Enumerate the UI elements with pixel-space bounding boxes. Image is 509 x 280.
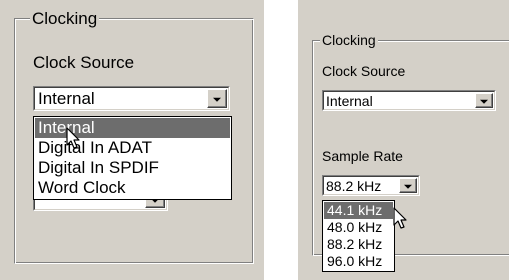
sample-rate-option-88-2[interactable]: 88.2 kHz (324, 236, 393, 253)
chevron-down-icon (480, 99, 488, 104)
clock-source-dropdown-button[interactable] (207, 89, 227, 108)
clocking-panel-right: Clocking Clock Source Internal Sample Ra… (298, 0, 509, 280)
clock-source-option-digital-in-adat[interactable]: Digital In ADAT (35, 138, 230, 158)
sample-rate-option-44-1[interactable]: 44.1 kHz (324, 202, 393, 219)
clock-source-option-word-clock[interactable]: Word Clock (35, 178, 230, 198)
clock-source-dropdown-button[interactable] (475, 93, 493, 108)
sample-rate-dropdown-list: 44.1 kHz 48.0 kHz 88.2 kHz 96.0 kHz (322, 200, 395, 272)
clock-source-value: Internal (38, 89, 95, 108)
clock-source-label: Clock Source (322, 63, 406, 79)
clock-source-value: Internal (326, 93, 373, 109)
sample-rate-combobox[interactable]: 88.2 kHz (322, 175, 420, 196)
sample-rate-option-48-0[interactable]: 48.0 kHz (324, 219, 393, 236)
clock-source-label: Clock Source (33, 53, 135, 72)
clock-source-option-internal[interactable]: Internal (35, 118, 230, 138)
clocking-group-title: Clocking (30, 9, 100, 29)
clocking-panel-left: Clocking Clock Source Internal Internal … (0, 0, 264, 280)
sample-rate-option-96-0[interactable]: 96.0 kHz (324, 253, 393, 270)
clock-source-dropdown-list: Internal Digital In ADAT Digital In SPDI… (33, 116, 232, 200)
sample-rate-dropdown-button[interactable] (399, 178, 417, 193)
chevron-down-icon (404, 184, 412, 189)
sample-rate-value: 88.2 kHz (326, 178, 382, 194)
mouse-pointer-icon (66, 127, 80, 149)
sample-rate-label: Sample Rate (322, 148, 403, 164)
chevron-down-icon (213, 97, 221, 102)
clock-source-combobox[interactable]: Internal (33, 86, 230, 111)
clock-source-combobox[interactable]: Internal (322, 90, 496, 111)
mouse-pointer-icon (393, 207, 407, 229)
clock-source-option-digital-in-spdif[interactable]: Digital In SPDIF (35, 158, 230, 178)
clocking-group-title: Clocking (320, 32, 378, 48)
